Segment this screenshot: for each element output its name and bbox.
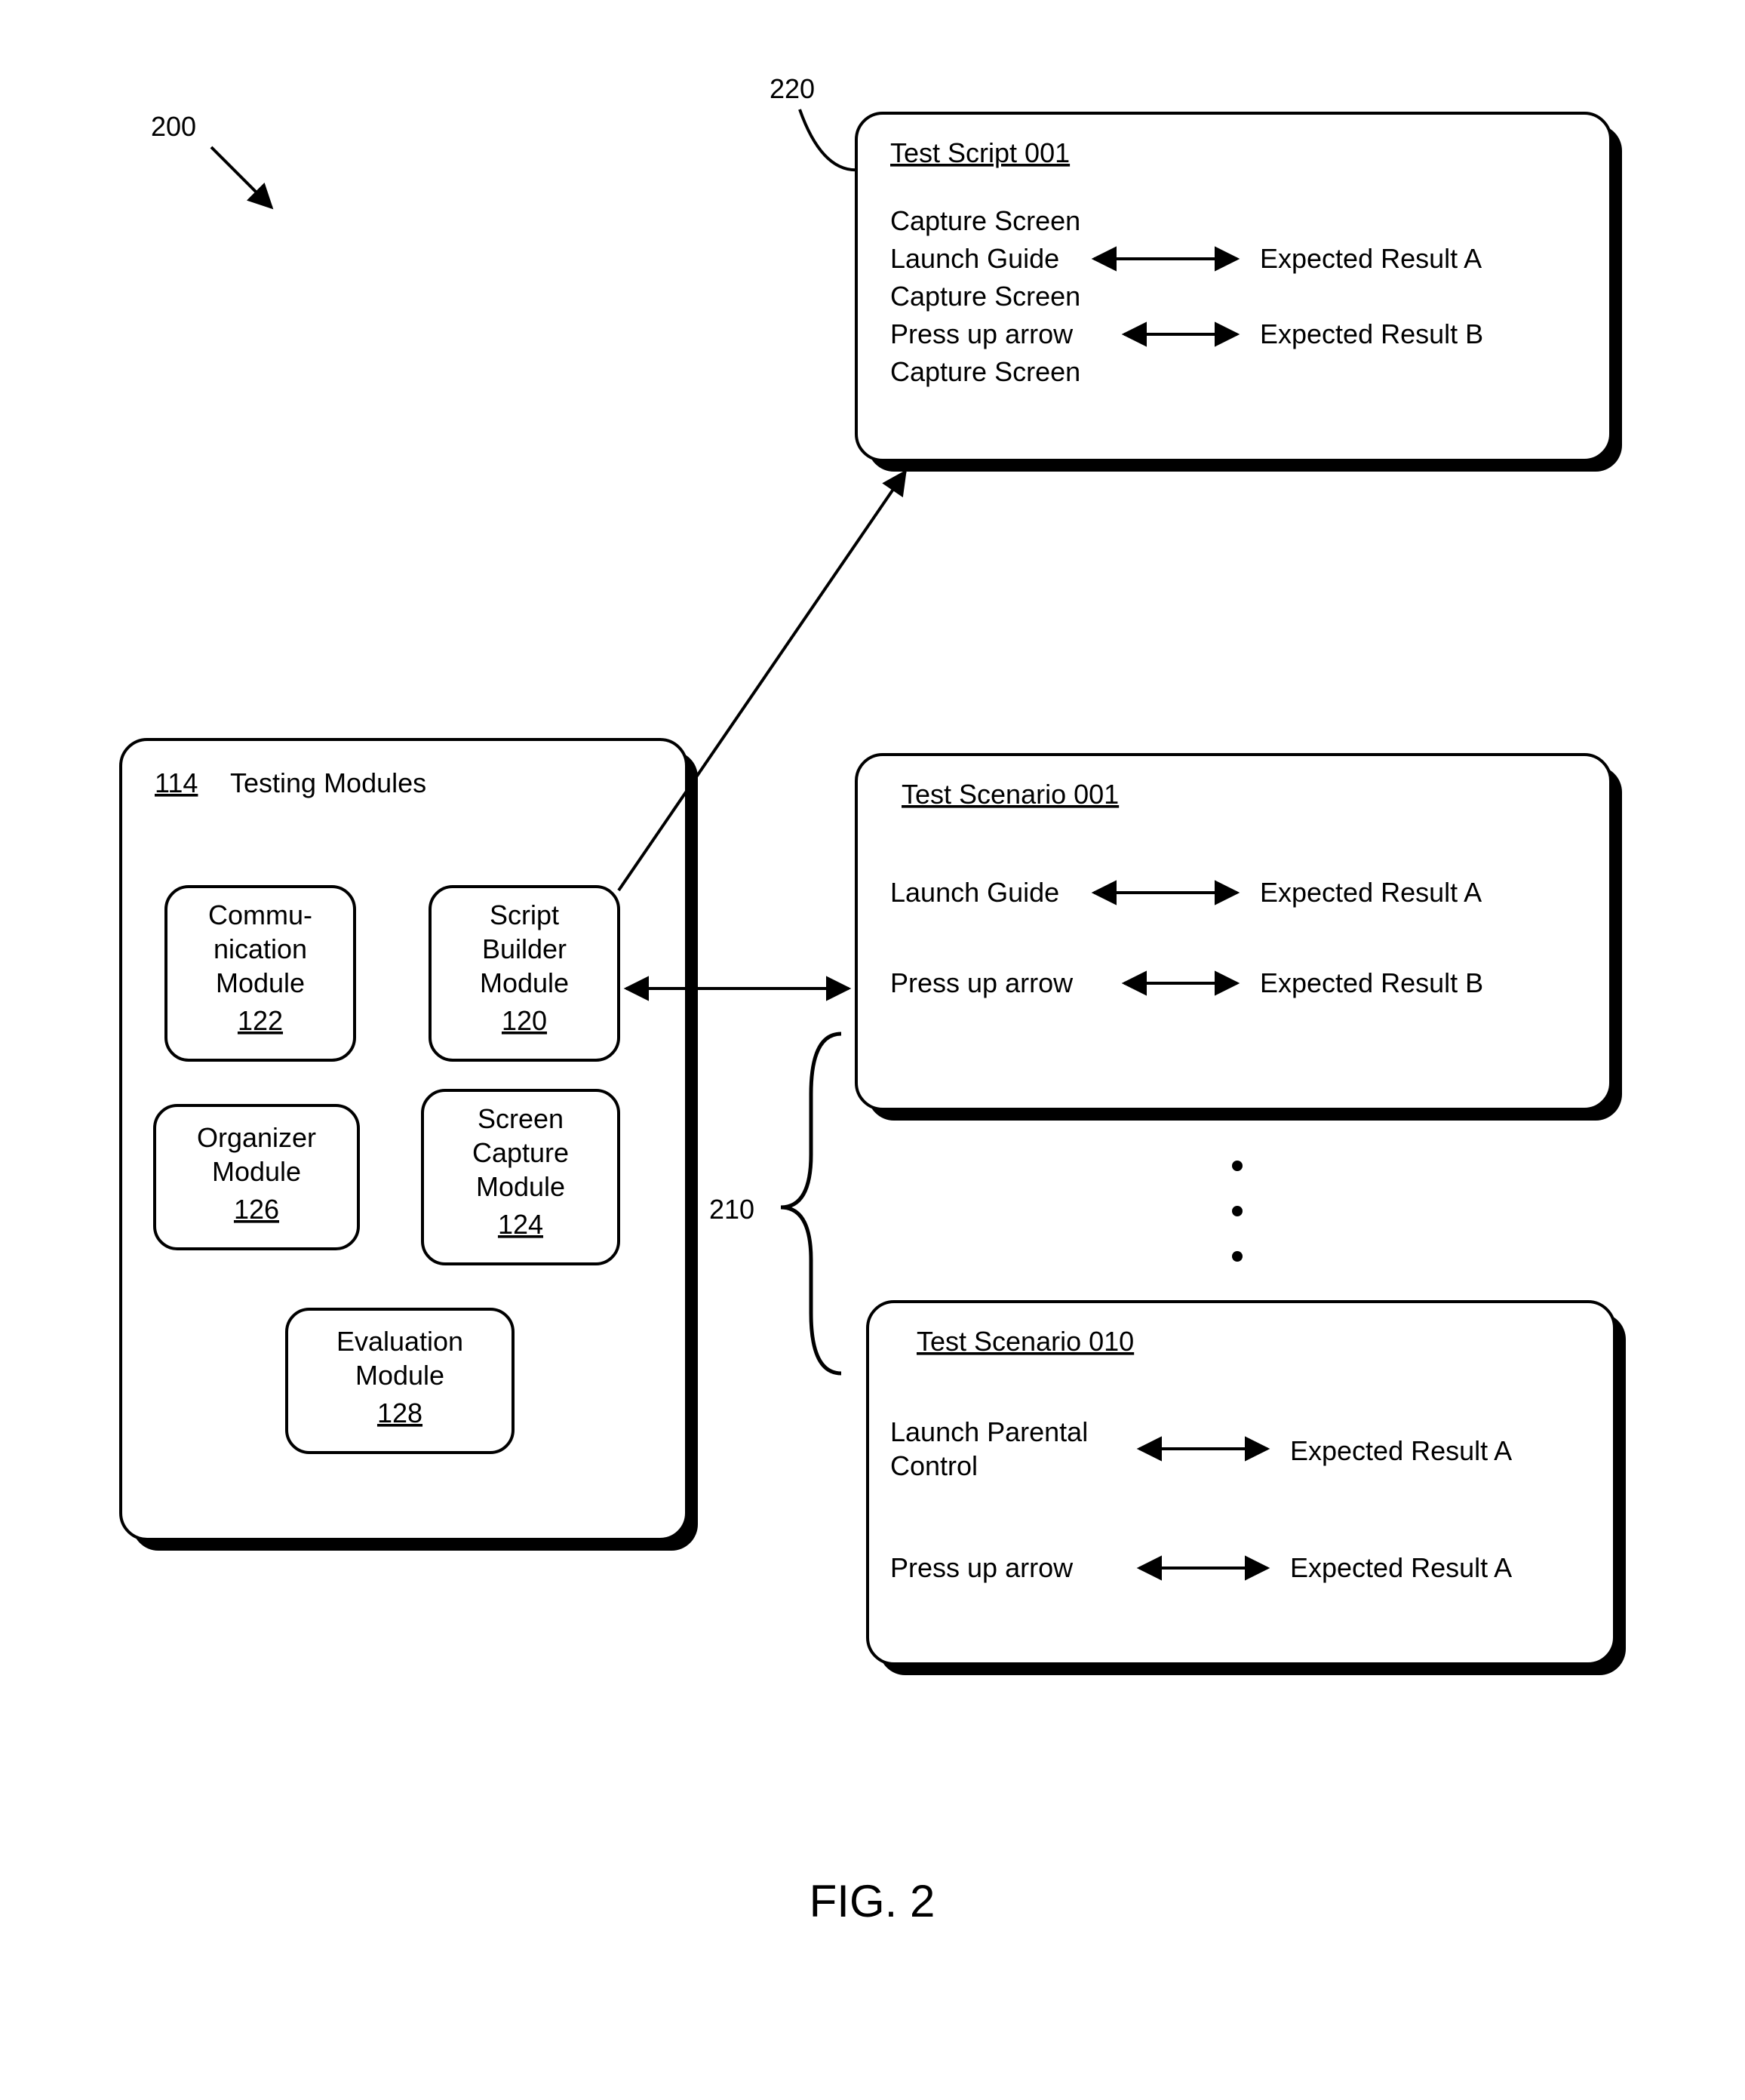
svg-text:Builder: Builder: [482, 933, 567, 964]
scenario-010-row-0-left-line2: Control: [890, 1450, 978, 1481]
scenario-001-row-1-right: Expected Result B: [1260, 967, 1483, 998]
svg-text:120: 120: [502, 1005, 547, 1036]
scenario-010-row-1-right: Expected Result A: [1290, 1552, 1512, 1583]
ref-220-label: 220: [770, 73, 815, 104]
scenario-001-row-0-left: Launch Guide: [890, 877, 1059, 908]
scenario-001-row-0-right: Expected Result A: [1260, 877, 1482, 908]
svg-text:Capture: Capture: [472, 1137, 569, 1168]
test-script-title: Test Script 001: [890, 137, 1070, 168]
test-script-row-3-right: Expected Result B: [1260, 318, 1483, 349]
test-scenario-001-box: Test Scenario 001 Launch Guide Expected …: [856, 755, 1622, 1121]
svg-text:Module: Module: [355, 1360, 444, 1391]
testing-modules-container: 114 Testing Modules Commu- nication Modu…: [121, 739, 698, 1551]
screen-capture-module: Screen Capture Module 124: [422, 1090, 619, 1264]
svg-text:128: 128: [377, 1397, 422, 1428]
test-script-row-1-right: Expected Result A: [1260, 243, 1482, 274]
svg-text:Commu-: Commu-: [208, 899, 312, 930]
figure-caption: FIG. 2: [810, 1876, 935, 1926]
svg-text:Module: Module: [216, 967, 305, 998]
evaluation-module: Evaluation Module 128: [287, 1309, 513, 1453]
scenario-001-row-1-left: Press up arrow: [890, 967, 1074, 998]
test-script-row-0-left: Capture Screen: [890, 205, 1080, 236]
svg-text:Script: Script: [490, 899, 559, 930]
test-script-row-3-left: Press up arrow: [890, 318, 1074, 349]
test-scenario-010-box: Test Scenario 010 Launch Parental Contro…: [868, 1302, 1626, 1675]
test-script-row-4-left: Capture Screen: [890, 356, 1080, 387]
svg-text:Module: Module: [212, 1156, 301, 1187]
brace-icon: [781, 1034, 841, 1373]
svg-text:122: 122: [238, 1005, 283, 1036]
ref-200-label: 200: [151, 111, 196, 142]
test-script-row-1-left: Launch Guide: [890, 243, 1059, 274]
svg-text:Evaluation: Evaluation: [336, 1326, 463, 1357]
svg-text:Organizer: Organizer: [197, 1122, 316, 1153]
ref-220-leader: [800, 109, 860, 170]
testing-modules-ref: 114: [155, 767, 198, 798]
scenario-010-row-0-left-line1: Launch Parental: [890, 1416, 1088, 1447]
communication-module: Commu- nication Module 122: [166, 887, 355, 1060]
test-script-row-2-left: Capture Screen: [890, 281, 1080, 312]
ref-210-label: 210: [709, 1194, 754, 1225]
figure-2-diagram: 200 220 Test Script 001 Capture Screen L…: [0, 0, 1745, 2100]
svg-text:126: 126: [234, 1194, 279, 1225]
script-builder-module: Script Builder Module 120: [430, 887, 619, 1060]
svg-text:Module: Module: [480, 967, 569, 998]
test-script-box: Test Script 001 Capture Screen Launch Gu…: [856, 113, 1622, 472]
svg-text:Screen: Screen: [478, 1103, 564, 1134]
svg-text:Module: Module: [476, 1171, 565, 1202]
ellipsis-dots: [1232, 1161, 1243, 1262]
organizer-module: Organizer Module 126: [155, 1105, 358, 1249]
scenario-010-row-0-right: Expected Result A: [1290, 1435, 1512, 1466]
scenario-001-title: Test Scenario 001: [902, 779, 1119, 810]
scenario-010-title: Test Scenario 010: [917, 1326, 1134, 1357]
testing-modules-title: Testing Modules: [230, 767, 426, 798]
ref-200-arrow: [211, 147, 272, 208]
scenario-010-row-1-left: Press up arrow: [890, 1552, 1074, 1583]
svg-text:124: 124: [498, 1209, 543, 1240]
svg-text:nication: nication: [214, 933, 307, 964]
